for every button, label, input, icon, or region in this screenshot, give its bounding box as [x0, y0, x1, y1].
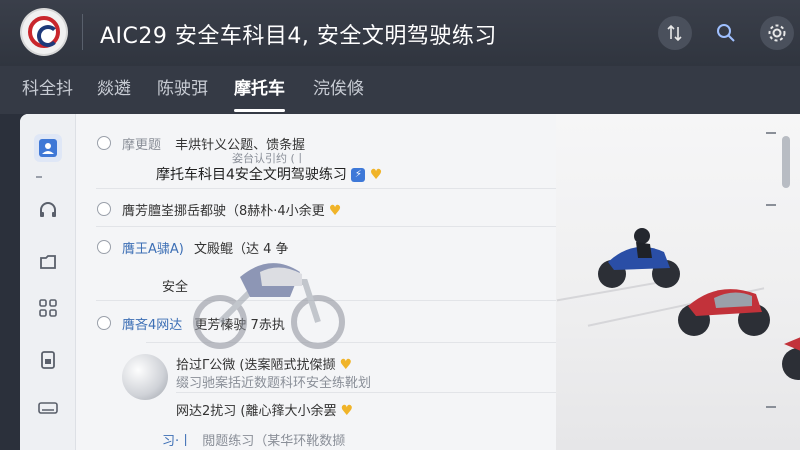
helmet-image	[122, 354, 168, 400]
category-tabs: 科全抖 燚遴 陈驶弭 摩托车 浣俟倏	[0, 66, 800, 114]
headset-icon[interactable]	[34, 196, 62, 224]
app-logo-icon[interactable]	[22, 10, 66, 54]
page-title: AIC29 安全车科目4, 安全文明驾驶练习	[100, 24, 497, 49]
user-card-icon[interactable]	[34, 134, 62, 162]
grid-icon[interactable]	[34, 294, 62, 322]
tab-motorcycle[interactable]: 摩托车	[234, 76, 285, 112]
divider	[96, 226, 556, 227]
more-icon[interactable]	[766, 406, 776, 408]
document-icon[interactable]	[34, 346, 62, 374]
app-header: AIC29 安全车科目4, 安全文明驾驶练习	[0, 0, 800, 66]
header-divider	[82, 14, 83, 50]
radio-button[interactable]	[97, 136, 111, 150]
list-item-prefix: 摩更题	[122, 138, 162, 153]
sort-icon[interactable]	[658, 16, 692, 50]
scrollbar[interactable]	[782, 136, 790, 188]
more-icon[interactable]	[766, 132, 776, 134]
radio-button[interactable]	[97, 240, 111, 254]
list-item-prefix: 膺吝4网达	[122, 318, 183, 333]
tab-2[interactable]: 燚遴	[97, 76, 131, 106]
divider	[176, 392, 556, 393]
heart-icon: ♥	[339, 357, 353, 373]
list-item-text: 摩托车科目4安全文明驾驶练习	[156, 167, 347, 183]
motorcycle-red-image	[678, 289, 770, 336]
list-item[interactable]: 膺芳膻峑挪岳都驶（8赫朴·4小余更 ♥	[122, 200, 602, 219]
tab-5[interactable]: 浣俟倏	[313, 76, 364, 106]
motorcycle-blue-image	[598, 228, 680, 288]
motorcycle-image	[193, 263, 345, 349]
settings-icon[interactable]	[760, 16, 794, 50]
radio-button[interactable]	[97, 316, 111, 330]
heart-icon: ♥	[369, 167, 383, 183]
list-item-prefix: 习·丨	[162, 434, 193, 449]
tab-1[interactable]: 科全抖	[22, 76, 73, 106]
search-icon[interactable]	[709, 16, 743, 50]
heart-icon: ♥	[340, 403, 354, 419]
list-item-text: 膺芳膻峑挪岳都驶（8赫朴·4小余更	[122, 204, 325, 219]
divider	[96, 188, 556, 189]
main-panel: 摩更题 丰烘针义公题、馈条握 姿台认引约 (丨 摩托车科目4安全文明驾驶练习 ⚡…	[20, 114, 800, 450]
heart-icon: ♥	[328, 203, 342, 219]
more-icon[interactable]	[766, 204, 776, 206]
radio-button[interactable]	[97, 202, 111, 216]
list-item-prefix: 膺王A骕A)	[122, 242, 184, 257]
scene-image	[556, 114, 800, 450]
list-item-text: 网达2扰习 (離心箨大小余罢	[176, 404, 337, 419]
left-rail	[20, 114, 76, 450]
tab-3[interactable]: 陈驶弭	[157, 76, 208, 106]
motorcycle-partial-image	[782, 337, 800, 380]
folder-icon[interactable]	[34, 248, 62, 276]
rail-separator	[36, 176, 42, 178]
list-item-text: 閲题练习（某华环靴数撷	[202, 434, 346, 449]
list-item-text: 拾过Γ公微 (迭案陋式扰傑撷	[176, 358, 336, 373]
lightning-icon: ⚡	[351, 168, 366, 182]
keyboard-icon[interactable]	[34, 394, 62, 422]
